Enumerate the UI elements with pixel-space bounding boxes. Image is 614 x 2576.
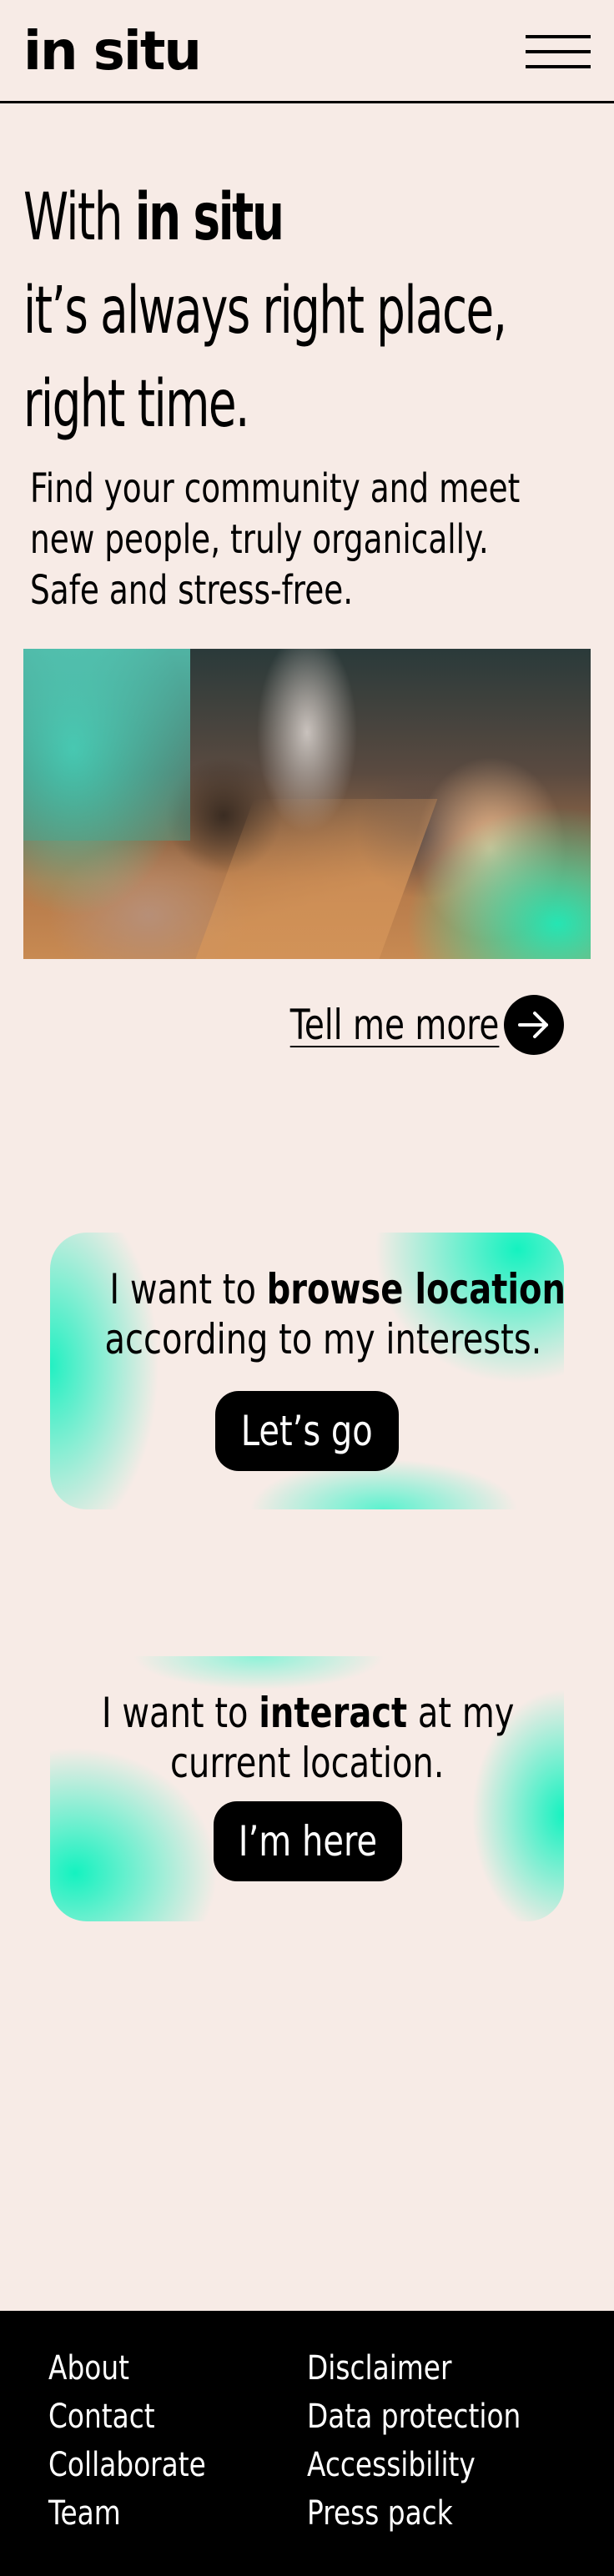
card-text-suffix: at my bbox=[407, 1689, 515, 1737]
site-header: in situ bbox=[0, 0, 614, 103]
menu-bar bbox=[526, 65, 591, 68]
hero-title-line-2: it’s always right place, bbox=[23, 274, 507, 349]
card-text-prefix: I want to bbox=[109, 1265, 267, 1313]
interact-text: I want to interact at my current locatio… bbox=[50, 1688, 564, 1788]
hero-subtitle-line-3: Safe and stress-free. bbox=[30, 567, 354, 614]
photo-wall bbox=[23, 649, 190, 841]
logo[interactable]: in situ bbox=[23, 15, 202, 88]
im-here-button[interactable]: I’m here bbox=[214, 1801, 402, 1881]
card-text-bold: browse locations bbox=[266, 1265, 564, 1313]
footer-link-disclaimer[interactable]: Disclaimer bbox=[307, 2344, 521, 2393]
tell-me-more-link[interactable]: Tell me more bbox=[231, 994, 564, 1056]
footer-link-press-pack[interactable]: Press pack bbox=[307, 2489, 521, 2538]
interact-card: I want to interact at my current locatio… bbox=[50, 1656, 564, 1921]
hero-subtitle: Find your community and meet new people,… bbox=[30, 464, 602, 616]
footer-column-left: About Contact Collaborate Team bbox=[48, 2344, 240, 2538]
hamburger-menu-icon[interactable] bbox=[526, 35, 591, 68]
hero-photo bbox=[23, 649, 591, 959]
footer-link-collaborate[interactable]: Collaborate bbox=[48, 2441, 206, 2489]
im-here-label: I’m here bbox=[238, 1817, 378, 1865]
footer-link-contact[interactable]: Contact bbox=[48, 2393, 206, 2441]
menu-bar bbox=[526, 50, 591, 53]
tell-me-more-label[interactable]: Tell me more bbox=[289, 1001, 499, 1049]
card-text-prefix: I want to bbox=[101, 1689, 259, 1737]
hero-title-line-3: right time. bbox=[23, 367, 249, 442]
browse-locations-text: I want to browse locations according to … bbox=[50, 1264, 564, 1364]
lets-go-button[interactable]: Let’s go bbox=[215, 1391, 399, 1471]
card-text-line-2: according to my interests. bbox=[104, 1315, 542, 1363]
photo-table bbox=[193, 799, 438, 959]
footer-link-data-protection[interactable]: Data protection bbox=[307, 2393, 521, 2441]
arrow-right-icon[interactable] bbox=[504, 995, 564, 1055]
footer-link-accessibility[interactable]: Accessibility bbox=[307, 2441, 521, 2489]
footer-link-about[interactable]: About bbox=[48, 2344, 206, 2393]
hero-title: With in situ it’s always right place, ri… bbox=[23, 171, 609, 451]
footer-column-right: Disclaimer Data protection Accessibility… bbox=[307, 2344, 568, 2538]
hero-subtitle-line-2: new people, truly organically. bbox=[30, 516, 489, 563]
hero-subtitle-line-1: Find your community and meet bbox=[30, 465, 521, 512]
menu-bar bbox=[526, 35, 591, 38]
card-text-bold: interact bbox=[259, 1689, 408, 1737]
lets-go-label: Let’s go bbox=[240, 1407, 373, 1455]
browse-locations-card: I want to browse locations according to … bbox=[50, 1233, 564, 1509]
hero-title-prefix: With bbox=[23, 180, 135, 255]
footer-link-team[interactable]: Team bbox=[48, 2489, 206, 2538]
hero-title-line-1: With in situ bbox=[23, 171, 609, 264]
card-text-line-2: current location. bbox=[169, 1739, 445, 1787]
site-footer: About Contact Collaborate Team Disclaime… bbox=[0, 2311, 614, 2576]
hero-title-brand: in situ bbox=[134, 180, 284, 255]
